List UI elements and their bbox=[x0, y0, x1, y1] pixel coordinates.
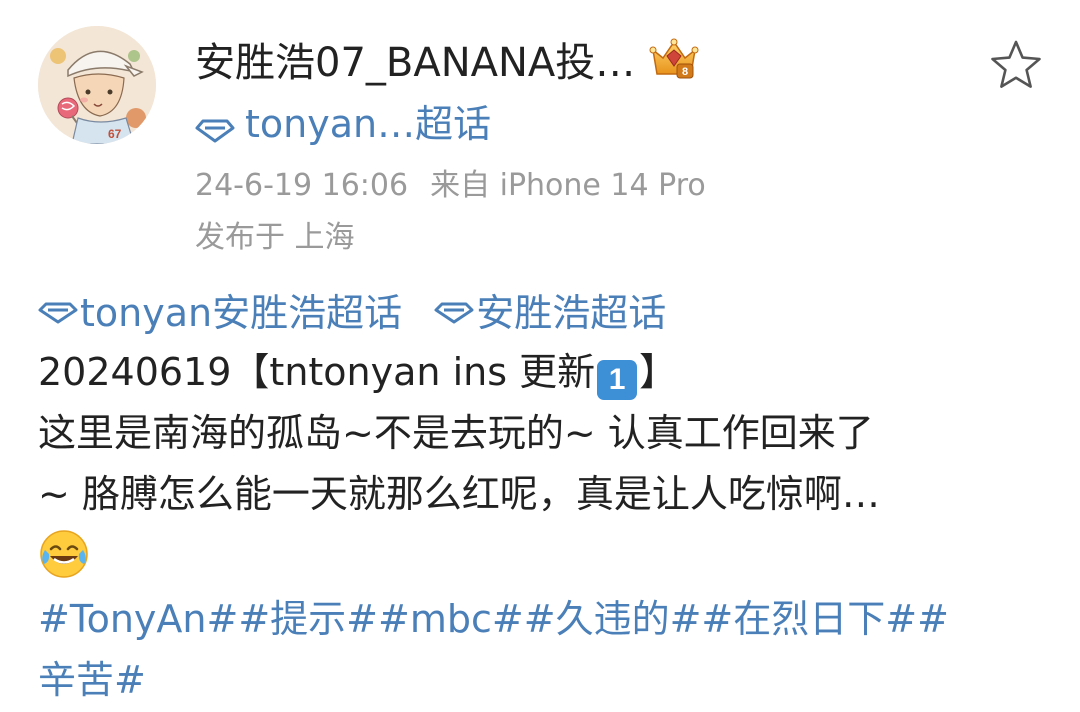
super-topic-label: tonyan…超话 bbox=[245, 101, 492, 146]
topic-link-tonyan[interactable]: tonyan安胜浩超话 bbox=[38, 284, 402, 343]
avatar[interactable]: 67 bbox=[38, 26, 156, 144]
tears-of-joy-emoji-icon bbox=[38, 528, 90, 580]
topic-label: 安胜浩超话 bbox=[476, 290, 667, 335]
post-text: 】 bbox=[639, 350, 678, 394]
username-row: 安胜浩07_BANANA投… 8 bbox=[195, 28, 703, 90]
post-line-update: 20240619【tntonyan ins 更新 1】 bbox=[38, 343, 677, 402]
post-location: 发布于 上海 bbox=[195, 220, 355, 255]
post-line-text: 这里是南海的孤岛~不是去玩的~ 认真工作回来了 bbox=[38, 411, 874, 455]
post-source: 来自 iPhone 14 Pro bbox=[430, 168, 706, 203]
favorite-star-icon[interactable] bbox=[988, 38, 1044, 92]
hashtags-line[interactable]: #TonyAn##提示##mbc##久违的##在烈日下## bbox=[38, 590, 949, 649]
badge-level: 8 bbox=[682, 66, 688, 78]
post-topics-line: tonyan安胜浩超话 安胜浩超话 bbox=[38, 282, 686, 341]
super-topic-link[interactable]: tonyan…超话 bbox=[195, 92, 491, 148]
topic-label: tonyan安胜浩超话 bbox=[80, 290, 403, 335]
post-text: 20240619【tntonyan ins 更新 bbox=[38, 350, 596, 394]
keycap-one-emoji: 1 bbox=[597, 360, 638, 400]
svg-text:67: 67 bbox=[108, 127, 122, 141]
diamond-topic-icon bbox=[38, 302, 78, 324]
post-meta: 24-6-19 16:06 来自 iPhone 14 Pro bbox=[195, 160, 706, 204]
post-line-text: ~ 胳膊怎么能一天就那么红呢，真是让人吃惊啊… bbox=[38, 472, 880, 516]
crown-level-badge-icon[interactable]: 8 bbox=[645, 36, 703, 82]
diamond-topic-icon bbox=[195, 108, 235, 143]
topic-link-anshenghao[interactable]: 安胜浩超话 bbox=[434, 284, 666, 343]
hashtags-line[interactable]: 辛苦# bbox=[38, 651, 146, 710]
username[interactable]: 安胜浩07_BANANA投… bbox=[195, 30, 635, 88]
avatar-illustration: 67 bbox=[38, 26, 156, 144]
diamond-topic-icon bbox=[434, 302, 474, 324]
timestamp: 24-6-19 16:06 bbox=[195, 168, 409, 203]
